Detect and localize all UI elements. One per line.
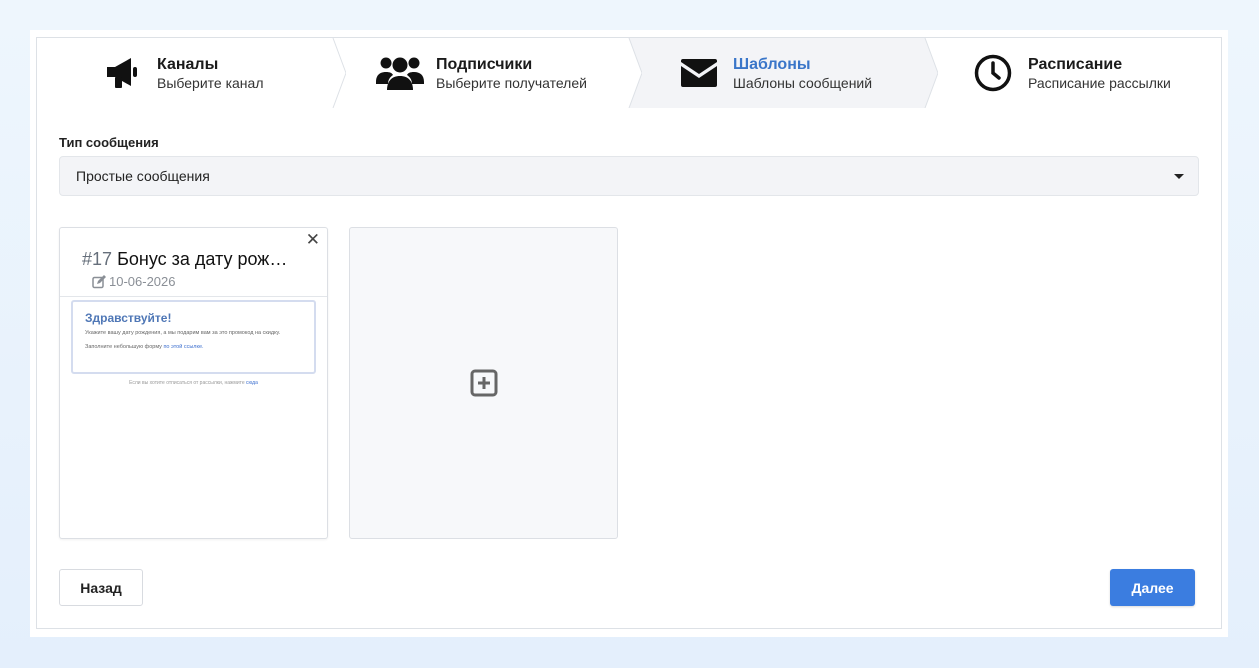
preview-unsubscribe: Если вы хотите отписаться от рассылки, н… xyxy=(60,380,327,386)
preview-greeting: Здравствуйте! xyxy=(85,311,172,325)
preview-form-text: Заполните небольшую форму xyxy=(85,344,162,350)
back-button[interactable]: Назад xyxy=(59,569,143,606)
step-subtitle: Расписание рассылки xyxy=(1028,75,1171,91)
wizard-steps: Каналы Выберите канал Подписчики Выберит… xyxy=(37,38,1221,108)
message-type-value: Простые сообщения xyxy=(76,168,210,184)
step-subtitle: Выберите канал xyxy=(157,75,264,91)
step-separator xyxy=(332,38,346,108)
message-type-select[interactable]: Простые сообщения xyxy=(59,156,1199,196)
step-subscribers[interactable]: Подписчики Выберите получателей xyxy=(333,38,642,108)
template-number: #17 xyxy=(82,249,113,269)
step-subtitle: Выберите получателей xyxy=(436,75,587,91)
step-separator xyxy=(628,38,642,108)
preview-form-link: по этой ссылке. xyxy=(163,344,204,350)
step-templates[interactable]: Шаблоны Шаблоны сообщений xyxy=(629,38,938,108)
template-date: 10-06-2026 xyxy=(92,274,176,289)
users-icon xyxy=(375,53,425,93)
next-button[interactable]: Далее xyxy=(1110,569,1195,606)
message-type-label: Тип сообщения xyxy=(59,135,159,150)
clock-icon xyxy=(973,53,1013,93)
step-subtitle: Шаблоны сообщений xyxy=(733,75,873,91)
step-title: Каналы xyxy=(157,56,219,73)
template-name: #17 Бонус за дату рождения xyxy=(82,248,297,270)
step-schedule[interactable]: Расписание Расписание рассылки xyxy=(925,38,1221,108)
plus-square-icon xyxy=(470,369,497,397)
preview-form-line: Заполните небольшую форму по этой ссылке… xyxy=(85,344,302,350)
template-card[interactable]: ✕ #17 Бонус за дату рождения 10-06-2026 … xyxy=(59,227,328,539)
megaphone-icon xyxy=(103,53,143,93)
page-frame: Каналы Выберите канал Подписчики Выберит… xyxy=(30,30,1228,637)
step-title: Расписание xyxy=(1028,56,1123,73)
step-separator xyxy=(924,38,938,108)
template-title: Бонус за дату рождения xyxy=(117,249,297,269)
wizard-card: Каналы Выберите канал Подписчики Выберит… xyxy=(36,37,1222,629)
envelope-icon xyxy=(679,53,719,93)
step-title: Шаблоны xyxy=(733,56,811,73)
add-template-button[interactable] xyxy=(349,227,618,539)
divider xyxy=(60,296,327,297)
close-icon[interactable]: ✕ xyxy=(306,231,320,249)
template-preview: Здравствуйте! Укажите вашу дату рождения… xyxy=(71,300,316,374)
step-title: Подписчики xyxy=(436,56,533,73)
step-channels[interactable]: Каналы Выберите канал xyxy=(37,38,346,108)
unsubscribe-text: Если вы хотите отписаться от рассылки, н… xyxy=(129,380,245,386)
caret-down-icon xyxy=(1174,174,1184,179)
unsubscribe-link: сюда xyxy=(246,380,258,386)
preview-text: Укажите вашу дату рождения, а мы подарим… xyxy=(85,330,281,336)
template-date-value: 10-06-2026 xyxy=(109,274,176,289)
edit-icon xyxy=(92,274,106,288)
